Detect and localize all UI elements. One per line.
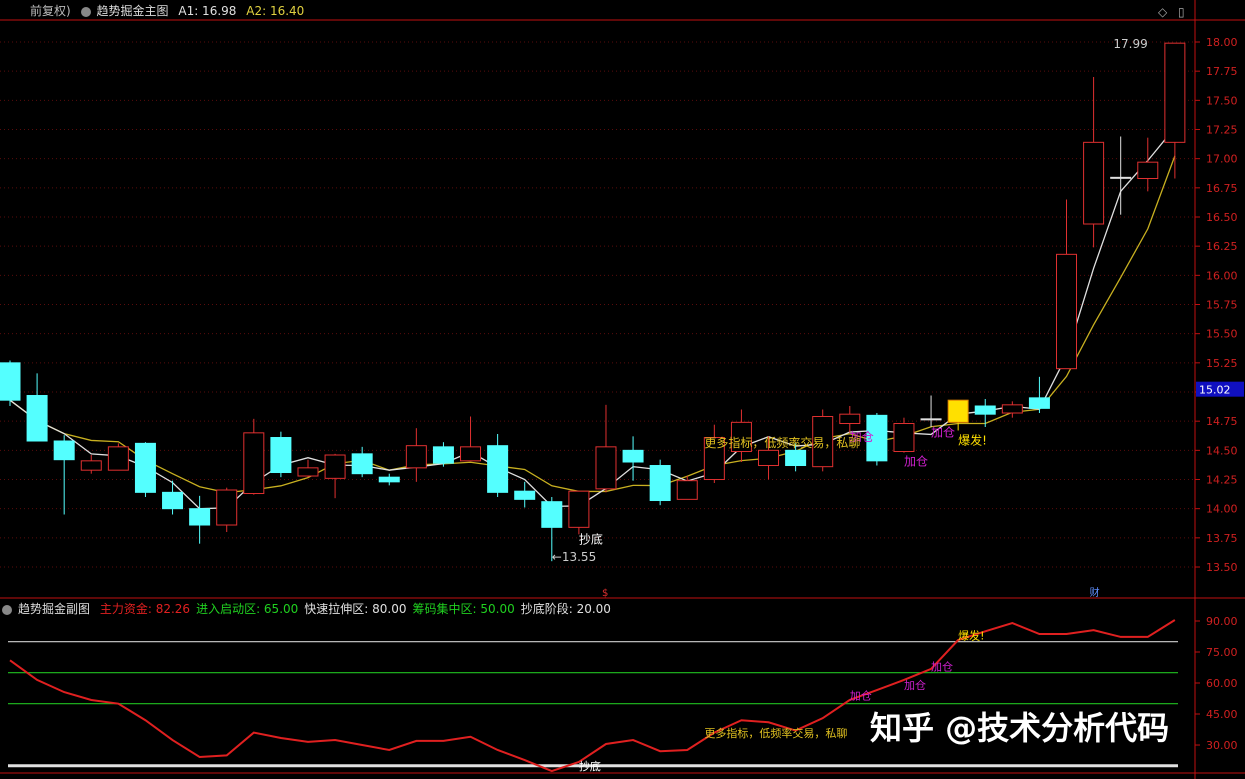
chart-annotation: ←13.55 (552, 550, 596, 564)
candle (785, 449, 807, 467)
candle (297, 467, 319, 477)
sub-annotation: 加仓 (931, 660, 953, 674)
candle (1028, 397, 1050, 409)
chart-canvas[interactable]: 18.00 17.75 17.50 17.25 17.00 16.75 16.50 16.25… (0, 0, 1245, 779)
main-chart-header: 前复权) 趋势掘金主图 A1: 16.98 A2: 16.40 (0, 1, 310, 21)
candle (487, 445, 509, 493)
y-tick-label: 17.50 (1206, 94, 1238, 107)
y-tick-label: 13.50 (1206, 561, 1238, 574)
diamond-icon[interactable]: ◇ (1158, 5, 1167, 19)
current-price-label: 15.02 (1199, 384, 1231, 397)
candle (107, 446, 129, 471)
sub-chart-header: 趋势掘金副图 主力资金: 82.26 进入启动区: 65.00 快速拉伸区: 80.… (2, 599, 623, 619)
candle (1110, 176, 1132, 179)
y-tick-label: 14.25 (1206, 474, 1238, 487)
candle (947, 399, 969, 423)
sub-annotation: 抄底 (579, 759, 601, 773)
chart-annotation: 加仓 (931, 425, 955, 439)
adjust-mode[interactable]: 前复权) (0, 4, 71, 18)
sub-annotation: 加仓 (850, 689, 872, 703)
chart-annotation: 更多指标，低频率交易，私聊 (704, 435, 860, 450)
ma-slow-line (9, 155, 1176, 494)
candle (1137, 161, 1159, 180)
candle (53, 440, 75, 461)
candle (1083, 141, 1105, 225)
candle (324, 454, 346, 479)
y-tick-label: 16.50 (1206, 211, 1238, 224)
candle (1001, 404, 1023, 414)
candle (26, 395, 48, 442)
y-tick-label: 16.25 (1206, 240, 1238, 253)
sub-legend-item: 筹码集中区: 50.00 (412, 602, 515, 616)
candle (405, 445, 427, 469)
candle (0, 362, 21, 401)
chart-annotation: 抄底 (579, 532, 603, 547)
sub-legend-item: 快速拉伸区: 80.00 (304, 602, 407, 616)
candle (243, 432, 265, 495)
candle (974, 405, 996, 415)
sub-indicator-name[interactable]: 趋势掘金副图 (18, 602, 90, 616)
candle (920, 418, 942, 421)
candle (1164, 42, 1186, 143)
candle (758, 449, 780, 467)
chart-annotation: 爆发! (958, 433, 987, 448)
indicator-dropdown-icon[interactable] (80, 6, 91, 17)
candle (351, 453, 373, 475)
y-tick-label: 17.00 (1206, 153, 1238, 166)
event-marker: 财 (1090, 586, 1100, 599)
candle (622, 449, 644, 463)
chart-annotation: 17.99 (1113, 37, 1147, 51)
candle (839, 413, 861, 425)
indicator-dropdown-icon[interactable] (2, 604, 12, 615)
sub-annotation: 爆发! (958, 629, 984, 643)
panel-toggle-icon[interactable]: ▯ (1178, 5, 1185, 19)
y-tick-label: 15.50 (1206, 328, 1238, 341)
candle (595, 446, 617, 490)
y-tick-label: 14.75 (1206, 415, 1238, 428)
candle (649, 465, 671, 502)
candle (568, 490, 590, 528)
candle (189, 508, 211, 526)
sub-annotation: 更多指标，低频率交易，私聊 (704, 726, 847, 740)
candle (270, 437, 292, 474)
y-tick-label: 17.25 (1206, 124, 1238, 137)
watermark: 知乎 @技术分析代码 (870, 709, 1170, 747)
y-tick-label: 30.00 (1206, 739, 1238, 752)
candle (1056, 253, 1078, 370)
y-tick-label: 14.50 (1206, 444, 1238, 457)
candle (460, 446, 482, 462)
a2-value: A2: 16.40 (246, 4, 305, 18)
sub-legend-item: 进入启动区: 65.00 (196, 602, 299, 616)
candle (134, 442, 156, 493)
candle (216, 489, 238, 526)
candle (514, 490, 536, 500)
candle (676, 480, 698, 500)
y-tick-label: 14.00 (1206, 503, 1238, 516)
y-tick-label: 45.00 (1206, 708, 1238, 721)
candle (432, 446, 454, 464)
chart-annotation: 加仓 (904, 455, 928, 469)
candle (893, 423, 915, 453)
sub-annotation: 加仓 (904, 678, 926, 692)
y-tick-label: 75.00 (1206, 646, 1238, 659)
candle (541, 501, 563, 528)
candle (162, 491, 184, 510)
y-tick-label: 15.25 (1206, 357, 1238, 370)
y-tick-label: 16.75 (1206, 182, 1238, 195)
a1-value: A1: 16.98 (178, 4, 237, 18)
y-tick-label: 13.75 (1206, 532, 1238, 545)
y-tick-label: 16.00 (1206, 269, 1238, 282)
event-marker: $ (602, 588, 608, 599)
y-tick-label: 15.75 (1206, 299, 1238, 312)
main-indicator-name[interactable]: 趋势掘金主图 (97, 4, 169, 18)
sub-legend-item: 主力资金: 82.26 (99, 602, 191, 616)
ma-fast-line (9, 127, 1176, 510)
sub-legend-item: 抄底阶段: 20.00 (520, 602, 611, 616)
y-tick-label: 18.00 (1206, 36, 1238, 49)
y-tick-label: 17.75 (1206, 65, 1238, 78)
y-tick-label: 90.00 (1206, 615, 1238, 628)
candle (378, 476, 400, 483)
candle (80, 460, 102, 471)
y-tick-label: 60.00 (1206, 677, 1238, 690)
